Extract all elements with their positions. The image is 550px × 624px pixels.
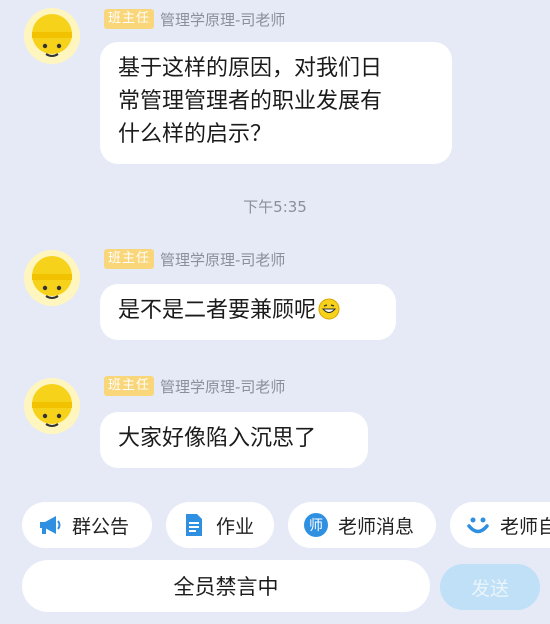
- message-line: 什么样的启示？: [118, 122, 273, 147]
- avatar-emoji-icon: [32, 14, 72, 57]
- message-meta: 班主任 管理学原理-司老师: [104, 375, 285, 397]
- role-badge: 班主任: [104, 9, 155, 29]
- teacher-messages-button[interactable]: 师 老师消息: [288, 502, 436, 548]
- message-meta: 班主任 管理学原理-司老师: [104, 8, 285, 30]
- message-line: 是不是二者要兼顾呢: [118, 298, 317, 323]
- homework-button[interactable]: 作业: [166, 502, 274, 548]
- teacher-more-button[interactable]: 老师自: [450, 502, 550, 548]
- avatar-emoji-icon: [32, 384, 72, 427]
- shortcut-bar: 群公告 作业 师 老师消息 老师自: [0, 502, 550, 548]
- sender-name: 管理学原理-司老师: [160, 377, 286, 396]
- message-line: 基于这样的原因，对我们日: [118, 56, 383, 81]
- document-icon: [180, 511, 208, 539]
- avatar[interactable]: [24, 250, 80, 306]
- muted-placeholder: 全员禁言中: [173, 575, 279, 599]
- avatar-emoji-icon: [32, 256, 72, 299]
- announcement-button[interactable]: 群公告: [22, 502, 152, 548]
- message-meta: 班主任 管理学原理-司老师: [104, 248, 285, 270]
- announcement-label: 群公告: [72, 515, 130, 538]
- teacher-icon: 师: [302, 511, 330, 539]
- send-button[interactable]: 发送: [440, 564, 540, 610]
- avatar[interactable]: [24, 8, 80, 64]
- teacher-messages-label: 老师消息: [338, 515, 415, 538]
- avatar[interactable]: [24, 378, 80, 434]
- message-input[interactable]: 全员禁言中: [22, 560, 430, 612]
- svg-text:师: 师: [309, 518, 323, 534]
- message-line: 大家好像陷入沉思了: [118, 426, 317, 451]
- send-label: 发送: [470, 577, 509, 600]
- sender-name: 管理学原理-司老师: [160, 250, 286, 269]
- message-bubble[interactable]: 是不是二者要兼顾呢: [100, 284, 396, 340]
- megaphone-icon: [36, 511, 64, 539]
- message-line: 常管理管理者的职业发展有: [118, 89, 383, 114]
- input-bar: 全员禁言中 发送: [0, 560, 550, 624]
- sender-name: 管理学原理-司老师: [160, 10, 286, 29]
- smile-icon: [464, 511, 492, 539]
- timestamp: 下午5:35: [243, 198, 307, 216]
- homework-label: 作业: [216, 515, 255, 538]
- teacher-more-label: 老师自: [500, 515, 550, 538]
- role-badge: 班主任: [104, 376, 155, 396]
- role-badge: 班主任: [104, 249, 155, 269]
- grinning-face-emoji-icon: [317, 297, 341, 321]
- message-bubble[interactable]: 大家好像陷入沉思了: [100, 412, 368, 468]
- message-bubble[interactable]: 基于这样的原因，对我们日 常管理管理者的职业发展有 什么样的启示？: [100, 42, 452, 164]
